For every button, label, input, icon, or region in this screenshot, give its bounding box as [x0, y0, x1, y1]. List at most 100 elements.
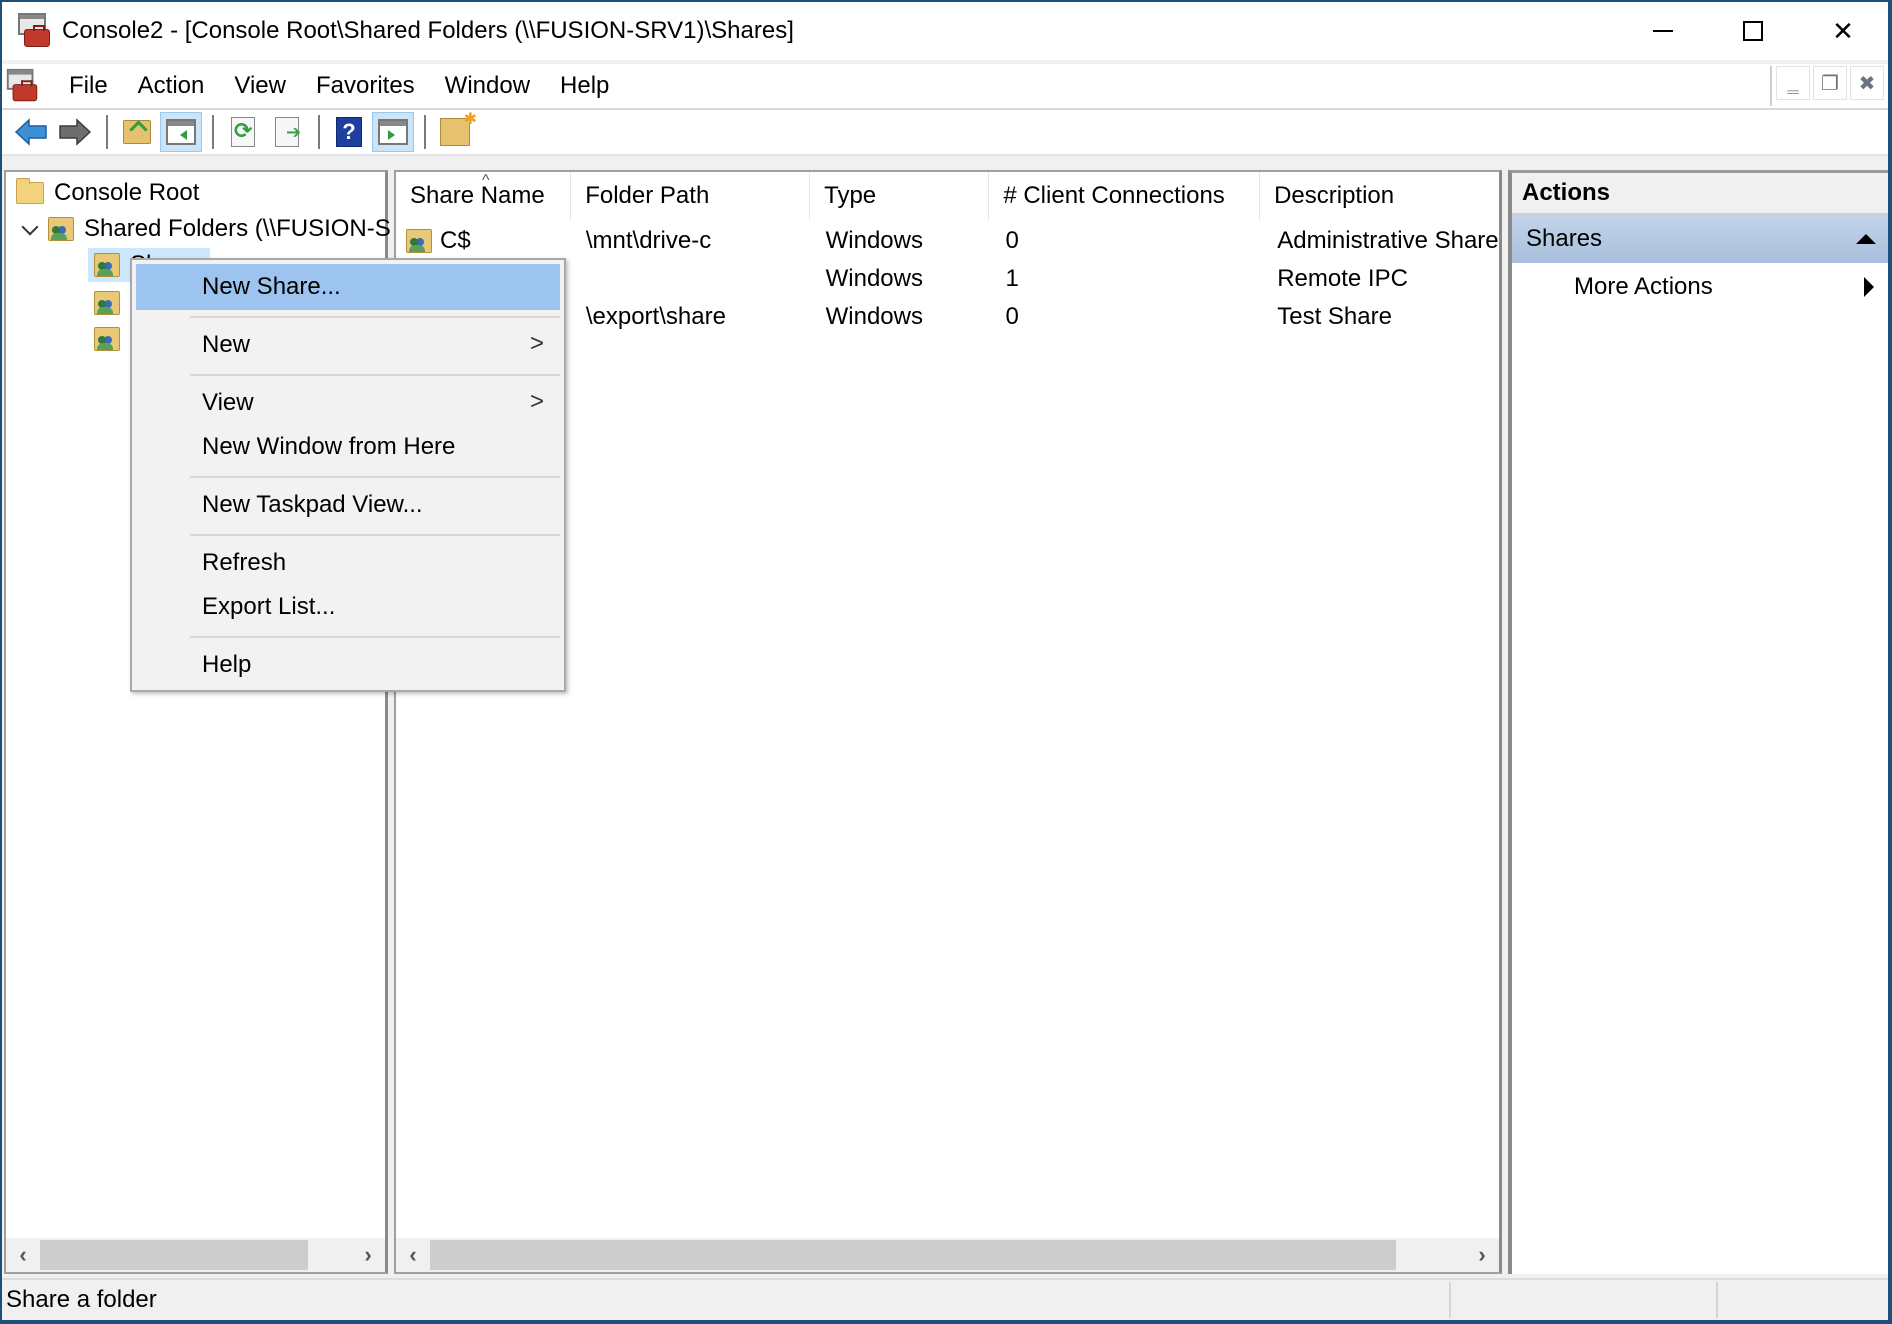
column-header-type[interactable]: Type: [810, 172, 990, 220]
minimize-button[interactable]: [1618, 2, 1708, 60]
export-list-icon: [275, 117, 301, 147]
column-label: Share Name: [410, 182, 545, 209]
status-bar: Share a folder: [2, 1278, 1888, 1320]
new-share-toolbar-button[interactable]: [434, 109, 477, 152]
context-menu-export-list[interactable]: Export List...: [136, 584, 560, 630]
list-horizontal-scrollbar[interactable]: ‹ ›: [396, 1238, 1499, 1272]
shared-folder-icon: [406, 229, 432, 253]
menu-separator: [190, 316, 560, 318]
export-list-button[interactable]: [266, 112, 308, 152]
cell-client-connections: 0: [1005, 303, 1019, 330]
context-menu-help[interactable]: Help: [136, 642, 560, 688]
back-arrow-icon: [14, 118, 47, 146]
actions-pane: Actions Shares More Actions: [1508, 170, 1888, 1274]
child-window-controls: ‗ ❐ ✖: [1770, 66, 1884, 106]
toolbar-separator: [106, 115, 108, 149]
cell-description: Test Share: [1277, 303, 1392, 330]
table-row[interactable]: C$ \mnt\drive-c Windows 0 Administrative…: [396, 222, 1499, 260]
toolbar-separator: [424, 115, 426, 149]
context-menu-new[interactable]: New >: [136, 322, 560, 368]
tree-item-label: Shared Folders (\\FUSION-S: [84, 215, 391, 242]
menu-separator: [190, 534, 560, 536]
submenu-arrow-icon: >: [529, 388, 544, 415]
close-button[interactable]: ✕: [1798, 2, 1888, 60]
refresh-icon: [231, 117, 255, 147]
scroll-thumb[interactable]: [40, 1240, 308, 1270]
collapse-triangle-icon[interactable]: [1856, 234, 1876, 244]
menu-view[interactable]: View: [219, 72, 301, 100]
scroll-right-icon[interactable]: ›: [351, 1238, 385, 1272]
cell-description: Administrative Share: [1277, 227, 1499, 254]
status-text: Share a folder: [6, 1286, 157, 1313]
scroll-left-icon[interactable]: ‹: [6, 1238, 40, 1272]
toolbar: ?: [2, 109, 1888, 156]
tree-item-label: Console Root: [54, 179, 200, 206]
context-menu-new-window-from-here[interactable]: New Window from Here: [136, 424, 560, 470]
shared-folder-icon: [94, 327, 120, 351]
help-icon: ?: [336, 117, 362, 147]
cell-type: Windows: [825, 303, 923, 330]
scroll-right-icon[interactable]: ›: [1465, 1238, 1499, 1272]
mmc-window: Console2 - [Console Root\Shared Folders …: [2, 2, 1888, 1320]
child-close-button[interactable]: ✖: [1850, 66, 1884, 100]
refresh-button[interactable]: [222, 112, 264, 152]
back-button[interactable]: [10, 112, 52, 152]
menu-separator: [190, 476, 560, 478]
cell-folder-path: \mnt\drive-c: [585, 227, 712, 254]
actions-title: Actions: [1512, 173, 1888, 215]
close-icon: ✖: [1858, 72, 1876, 95]
scroll-left-icon[interactable]: ‹: [396, 1238, 430, 1272]
help-button[interactable]: ?: [328, 112, 370, 152]
submenu-arrow-icon: >: [529, 330, 544, 357]
menu-bar: File Action View Favorites Window Help ‗…: [2, 64, 1888, 108]
system-menu-icon[interactable]: [6, 68, 39, 103]
show-hide-action-pane-button[interactable]: [372, 112, 414, 152]
column-header-description[interactable]: Description: [1260, 172, 1499, 220]
show-hide-console-tree-button[interactable]: [160, 112, 202, 152]
cell-client-connections: 0: [1005, 227, 1019, 254]
child-minimize-button[interactable]: ‗: [1776, 66, 1810, 100]
status-panel: [1451, 1282, 1716, 1318]
menu-window[interactable]: Window: [430, 72, 545, 100]
actions-group-shares[interactable]: Shares: [1512, 215, 1888, 263]
column-label: Type: [824, 182, 877, 209]
menu-favorites[interactable]: Favorites: [301, 72, 430, 100]
tree-item-open-files[interactable]: [94, 322, 120, 356]
tree-item-console-root[interactable]: Console Root: [16, 176, 199, 210]
context-menu-new-share[interactable]: New Share...: [136, 264, 560, 310]
menu-file[interactable]: File: [54, 72, 123, 100]
action-more-actions[interactable]: More Actions: [1512, 263, 1888, 311]
tree-horizontal-scrollbar[interactable]: ‹ ›: [6, 1238, 385, 1272]
scroll-thumb[interactable]: [430, 1240, 1396, 1270]
menu-help[interactable]: Help: [545, 72, 624, 100]
context-menu-view[interactable]: View >: [136, 380, 560, 426]
window-title: Console2 - [Console Root\Shared Folders …: [62, 17, 794, 44]
column-header-folder-path[interactable]: Folder Path: [571, 172, 811, 220]
column-label: Folder Path: [585, 182, 710, 209]
tree-item-shared-folders[interactable]: Shared Folders (\\FUSION-S: [22, 212, 391, 246]
scroll-track[interactable]: [430, 1240, 1465, 1270]
chevron-down-icon[interactable]: [22, 221, 38, 237]
list-header: ^ Share Name Folder Path Type # Client C…: [396, 172, 1499, 220]
menu-separator: [190, 636, 560, 638]
toolbar-separator: [212, 115, 214, 149]
column-header-client-connections[interactable]: # Client Connections: [989, 172, 1261, 220]
menu-item-label: New: [202, 331, 251, 358]
maximize-button[interactable]: [1708, 2, 1798, 60]
actions-group-label: Shares: [1526, 225, 1603, 252]
maximize-icon: [1743, 21, 1763, 41]
tree-item-sessions[interactable]: [94, 286, 120, 320]
column-header-share-name[interactable]: ^ Share Name: [396, 172, 572, 220]
context-menu-new-taskpad-view[interactable]: New Taskpad View...: [136, 482, 560, 528]
context-menu-refresh[interactable]: Refresh: [136, 540, 560, 586]
cell-text: C$: [440, 227, 471, 254]
cell-client-connections: 1: [1005, 265, 1019, 292]
menu-action[interactable]: Action: [123, 72, 220, 100]
cell-type: Windows: [825, 227, 923, 254]
scroll-track[interactable]: [40, 1240, 351, 1270]
up-one-level-button[interactable]: [116, 112, 158, 152]
minimize-icon: [1653, 30, 1673, 32]
shared-folder-icon: [48, 217, 74, 241]
child-restore-button[interactable]: ❐: [1813, 66, 1847, 100]
forward-button[interactable]: [54, 112, 96, 152]
